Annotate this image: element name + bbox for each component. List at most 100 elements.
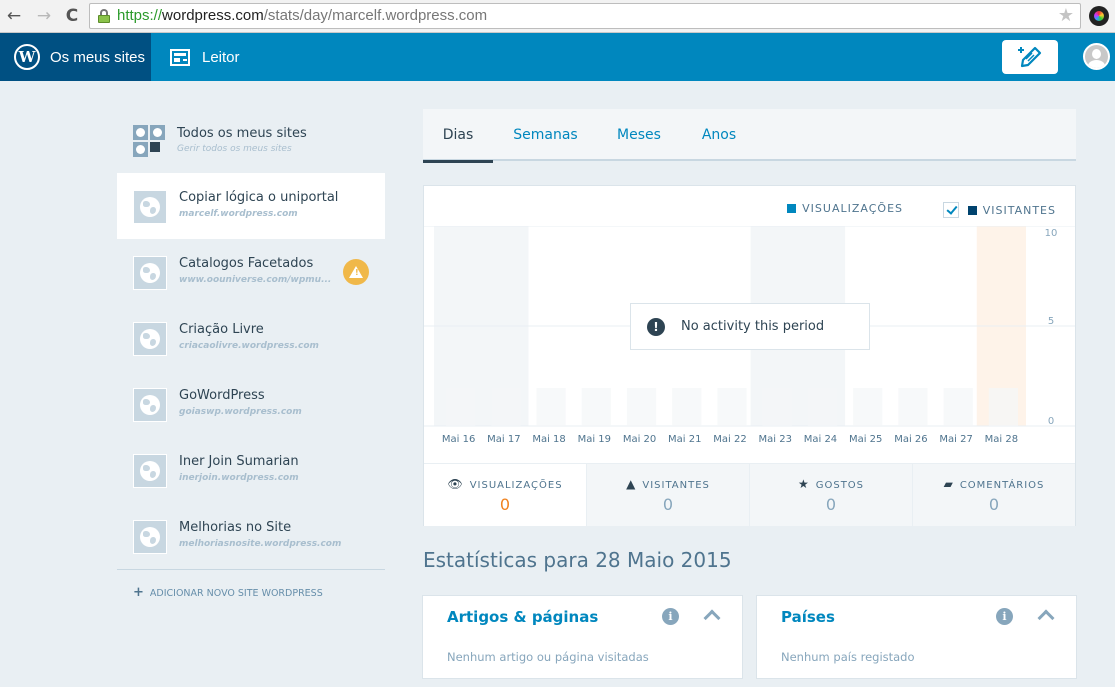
stat-label: GOSTOS	[815, 480, 865, 491]
extension-icon[interactable]	[1089, 6, 1109, 26]
stat-label: VISITANTES	[642, 480, 710, 491]
module-title[interactable]: Artigos & páginas	[447, 608, 598, 626]
address-bar[interactable]: https://wordpress.com/stats/day/marcelf.…	[89, 3, 1081, 29]
sidebar-divider	[117, 569, 385, 570]
x-tick-label: Mai 16	[442, 434, 475, 445]
person-icon: ▲	[626, 477, 637, 491]
bookmark-star-icon[interactable]: ★	[1058, 5, 1074, 26]
stat-tab-comments[interactable]: ▰ COMENTÁRIOS 0	[912, 464, 1075, 526]
stat-value: 0	[825, 495, 837, 514]
x-tick-label: Mai 17	[487, 434, 520, 445]
reader-button[interactable]: Leitor	[170, 33, 240, 81]
globe-icon	[133, 520, 167, 554]
placeholder-bar	[536, 388, 566, 426]
placeholder-bar	[672, 388, 702, 426]
x-tick-label: Mai 25	[849, 434, 882, 445]
legend-visitors-label: VISITANTES	[982, 203, 1056, 217]
site-url: inerjoin.wordpress.com	[179, 473, 299, 483]
stat-label: VISUALIZAÇÕES	[469, 480, 563, 491]
reader-icon	[170, 48, 190, 66]
chevron-up-icon[interactable]	[703, 609, 721, 627]
site-warning-icon[interactable]: !	[343, 259, 369, 285]
y-tick-label: 0	[1048, 416, 1054, 427]
stats-date-heading: Estatísticas para 28 Maio 2015	[423, 548, 732, 572]
site-url: goiaswp.wordpress.com	[179, 407, 302, 417]
all-sites-title: Todos os meus sites	[177, 126, 307, 141]
x-tick-label: Mai 27	[939, 434, 972, 445]
x-tick-label: Mai 26	[894, 434, 927, 445]
globe-icon	[133, 322, 167, 356]
x-tick-label: Mai 21	[668, 434, 701, 445]
placeholder-bar	[717, 388, 747, 426]
x-tick-label: Mai 28	[985, 434, 1018, 445]
x-tick-label: Mai 19	[578, 434, 611, 445]
tab-months[interactable]: Meses	[608, 109, 670, 161]
placeholder-bar	[762, 388, 792, 426]
site-url: criacaolivre.wordpress.com	[179, 341, 319, 351]
info-icon[interactable]: i	[662, 608, 679, 625]
y-tick-label: 10	[1045, 228, 1058, 239]
my-sites-button[interactable]: W Os meus sites	[0, 33, 151, 81]
no-activity-message: No activity this period	[681, 319, 825, 334]
info-icon[interactable]: i	[996, 608, 1013, 625]
stat-tab-views[interactable]: 👁 VISUALIZAÇÕES 0	[424, 464, 586, 526]
url-host: wordpress.com	[162, 7, 264, 24]
visitors-checkbox[interactable]	[942, 202, 959, 218]
site-item[interactable]: Iner Join Sumarian inerjoin.wordpress.co…	[117, 437, 385, 503]
comment-icon: ▰	[943, 477, 954, 491]
back-arrow-icon[interactable]: ←	[4, 6, 24, 26]
site-name: Catalogos Facetados	[179, 256, 314, 271]
module-title[interactable]: Países	[781, 608, 835, 626]
y-tick-label: 5	[1048, 316, 1054, 327]
star-icon: ★	[797, 477, 810, 491]
forward-arrow-icon[interactable]: →	[34, 6, 54, 26]
views-swatch	[787, 204, 797, 213]
user-avatar[interactable]	[1083, 43, 1110, 70]
visitors-swatch	[967, 205, 977, 215]
add-new-site-label: ADICIONAR NOVO SITE WORDPRESS	[149, 588, 323, 599]
site-item[interactable]: Melhorias no Site melhoriasnosite.wordpr…	[117, 503, 385, 569]
tab-years[interactable]: Anos	[691, 109, 747, 161]
globe-icon	[133, 190, 167, 224]
new-post-button[interactable]	[1002, 40, 1058, 74]
no-activity-notice: ! No activity this period	[630, 303, 870, 350]
stat-tab-visitors[interactable]: ▲ VISITANTES 0	[586, 464, 749, 526]
legend-views-label: VISUALIZAÇÕES	[802, 202, 903, 215]
sites-sidebar: Todos os meus sites Gerir todos os meus …	[117, 107, 385, 600]
site-name: Melhorias no Site	[179, 520, 292, 535]
placeholder-bar	[491, 388, 521, 426]
site-name: GoWordPress	[179, 388, 265, 403]
stat-value: 0	[499, 495, 511, 514]
tab-days[interactable]: Dias	[423, 109, 493, 163]
write-pencil-icon	[1018, 46, 1042, 68]
browser-toolbar: ← → C https://wordpress.com/stats/day/ma…	[0, 0, 1115, 33]
url-text[interactable]: https://wordpress.com/stats/day/marcelf.…	[117, 7, 487, 24]
globe-icon	[133, 388, 167, 422]
reader-label: Leitor	[202, 48, 240, 66]
add-new-site-link[interactable]: + ADICIONAR NOVO SITE WORDPRESS	[133, 585, 323, 600]
placeholder-bar	[898, 388, 928, 426]
placeholder-bar	[988, 388, 1018, 426]
url-path: /stats/day/marcelf.wordpress.com	[263, 7, 488, 24]
site-name: Iner Join Sumarian	[179, 454, 299, 469]
chevron-up-icon[interactable]	[1037, 609, 1055, 627]
site-name: Copiar lógica o uniportal	[179, 190, 339, 205]
x-tick-label: Mai 20	[623, 434, 656, 445]
masterbar: W Os meus sites Leitor	[0, 33, 1115, 81]
site-item[interactable]: Criação Livre criacaolivre.wordpress.com	[117, 305, 385, 371]
alert-icon: !	[647, 317, 665, 336]
reload-icon[interactable]: C	[62, 6, 82, 26]
placeholder-bar	[807, 388, 838, 426]
site-item[interactable]: Copiar lógica o uniportal marcelf.wordpr…	[117, 173, 385, 239]
all-sites-item[interactable]: Todos os meus sites Gerir todos os meus …	[117, 107, 385, 173]
globe-icon	[133, 256, 167, 290]
placeholder-bar	[446, 388, 476, 426]
stat-tab-likes[interactable]: ★ GOSTOS 0	[749, 464, 912, 526]
module-empty-message: Nenhum país registado	[781, 650, 915, 664]
eye-icon: 👁	[447, 477, 464, 491]
legend-visitors-toggle[interactable]: VISITANTES	[942, 202, 1056, 218]
site-item[interactable]: GoWordPress goiaswp.wordpress.com	[117, 371, 385, 437]
countries-module: Países i Nenhum país registado	[756, 595, 1077, 679]
stat-value: 0	[662, 495, 674, 514]
tab-weeks[interactable]: Semanas	[503, 109, 588, 161]
